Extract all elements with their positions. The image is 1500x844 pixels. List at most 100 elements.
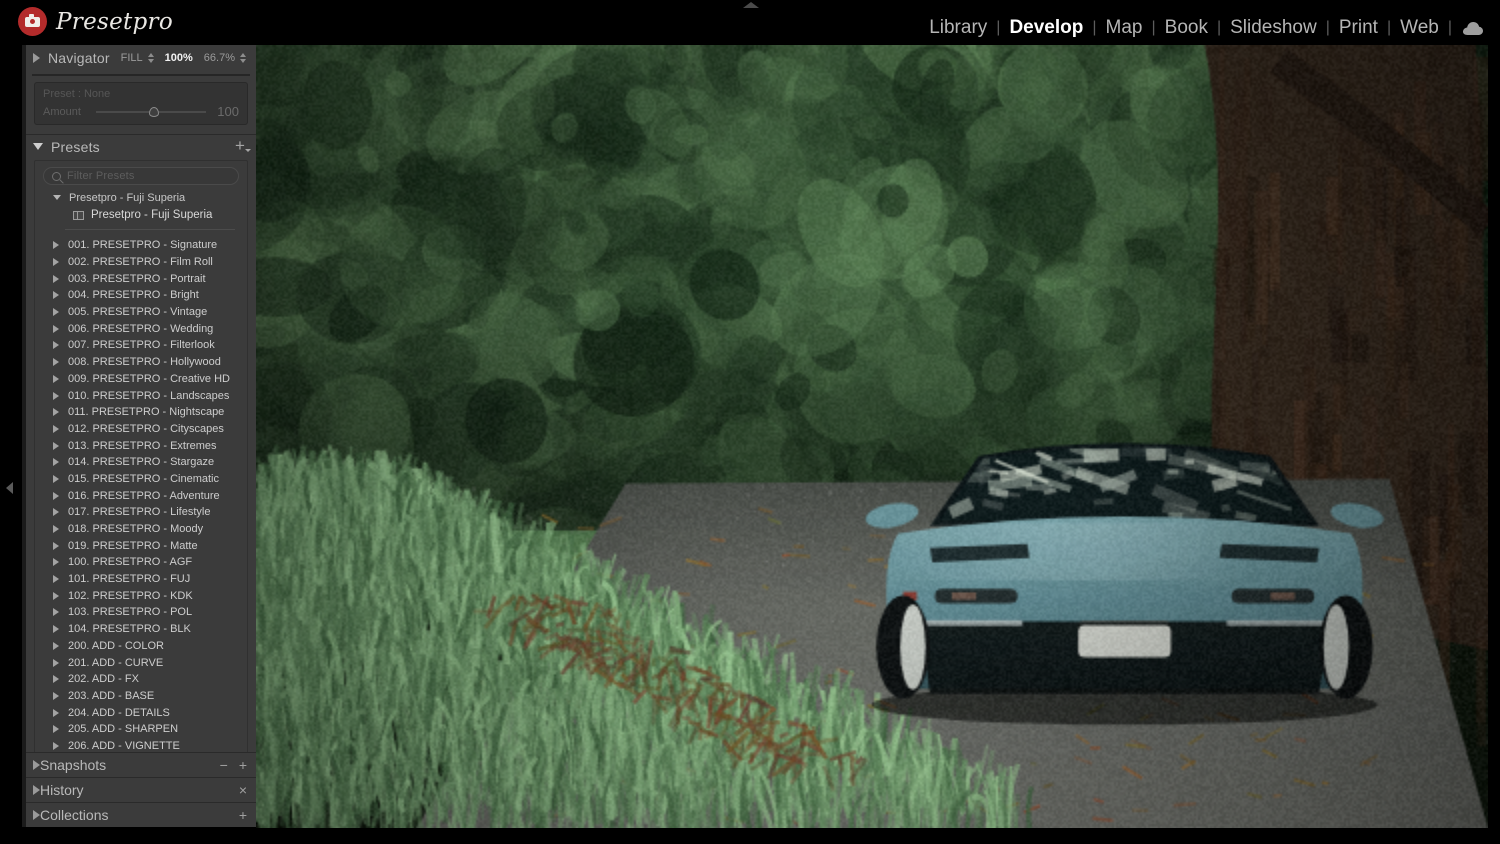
left-panel-collapse-arrow-icon[interactable] — [6, 482, 13, 494]
snapshots-add-button[interactable]: + — [239, 757, 247, 773]
chevron-right-icon — [53, 742, 59, 750]
presets-header[interactable]: Presets + — [26, 134, 256, 158]
chevron-right-icon — [53, 508, 59, 516]
chevron-down-icon — [33, 143, 43, 150]
amount-label: Amount — [43, 106, 89, 118]
module-web[interactable]: Web — [1391, 17, 1448, 39]
preset-group-row[interactable]: 016. PRESETPRO - Adventure — [47, 487, 247, 504]
navigator-zoom-controls: FILL 100% 66.7% — [121, 52, 246, 64]
history-panel-header[interactable]: History × — [26, 777, 256, 802]
chevron-right-icon — [53, 341, 59, 349]
cloud-icon[interactable] — [1462, 21, 1484, 36]
preset-group-list: 001. PRESETPRO - Signature 002. PRESETPRO… — [35, 237, 247, 754]
preset-group-row[interactable]: 013. PRESETPRO - Extremes — [47, 437, 247, 454]
zoom-fill-label[interactable]: FILL — [121, 52, 143, 64]
preset-group-label: 101. PRESETPRO - FUJ — [68, 573, 190, 585]
history-clear-button[interactable]: × — [239, 782, 247, 798]
collections-add-button[interactable]: + — [239, 807, 247, 823]
module-book[interactable]: Book — [1156, 17, 1217, 39]
preset-group-row[interactable]: 019. PRESETPRO - Matte — [47, 537, 247, 554]
left-panel: Navigator FILL 100% 66.7% Preset : None … — [26, 45, 256, 827]
collections-title: Collections — [40, 807, 239, 823]
chevron-down-icon — [53, 195, 61, 200]
left-panel-edge[interactable] — [0, 45, 22, 844]
amount-value[interactable]: 100 — [213, 104, 239, 119]
preset-group-label: 202. ADD - FX — [68, 673, 139, 685]
module-print[interactable]: Print — [1330, 17, 1387, 39]
module-slideshow[interactable]: Slideshow — [1221, 17, 1326, 39]
preset-group-row[interactable]: 204. ADD - DETAILS — [47, 704, 247, 721]
preset-group-row[interactable]: 201. ADD - CURVE — [47, 654, 247, 671]
amount-slider[interactable] — [96, 106, 206, 118]
chevron-right-icon — [53, 692, 59, 700]
module-develop[interactable]: Develop — [1000, 17, 1092, 39]
preset-group-row[interactable]: 017. PRESETPRO - Lifestyle — [47, 504, 247, 521]
preset-group-open[interactable]: Presetpro - Fuji Superia — [35, 189, 247, 206]
preset-group-row[interactable]: 103. PRESETPRO - POL — [47, 604, 247, 621]
preset-group-label: 001. PRESETPRO - Signature — [68, 239, 217, 251]
chevron-right-icon — [53, 709, 59, 717]
preset-group-label: 018. PRESETPRO - Moody — [68, 523, 203, 535]
preset-group-row[interactable]: 100. PRESETPRO - AGF — [47, 554, 247, 571]
preset-group-row[interactable]: 203. ADD - BASE — [47, 688, 247, 705]
chevron-right-icon — [53, 592, 59, 600]
zoom-100-label[interactable]: 100% — [165, 52, 193, 64]
chevron-right-icon — [53, 358, 59, 366]
preset-group-row[interactable]: 102. PRESETPRO - KDK — [47, 587, 247, 604]
module-library[interactable]: Library — [920, 17, 996, 39]
zoom-custom-label[interactable]: 66.7% — [204, 52, 235, 64]
preset-group-row[interactable]: 009. PRESETPRO - Creative HD — [47, 371, 247, 388]
chevron-right-icon — [53, 258, 59, 266]
top-panel-collapse-arrow-icon[interactable] — [743, 2, 759, 8]
preset-list-divider — [65, 229, 235, 230]
preset-group-row[interactable]: 002. PRESETPRO - Film Roll — [47, 254, 247, 271]
zoom-custom-stepper-icon[interactable] — [240, 53, 246, 63]
preset-group-row[interactable]: 008. PRESETPRO - Hollywood — [47, 354, 247, 371]
amount-slider-knob[interactable] — [149, 107, 159, 117]
preset-group-label: 009. PRESETPRO - Creative HD — [68, 373, 230, 385]
preset-icon — [73, 211, 84, 220]
preset-group-row[interactable]: 011. PRESETPRO - Nightscape — [47, 404, 247, 421]
preset-group-row[interactable]: 014. PRESETPRO - Stargaze — [47, 454, 247, 471]
preset-group-row[interactable]: 003. PRESETPRO - Portrait — [47, 270, 247, 287]
navigator-header[interactable]: Navigator FILL 100% 66.7% — [26, 45, 256, 71]
preset-group-label: 002. PRESETPRO - Film Roll — [68, 256, 213, 268]
preset-group-row[interactable]: 202. ADD - FX — [47, 671, 247, 688]
preset-group-row[interactable]: 101. PRESETPRO - FUJ — [47, 571, 247, 588]
preset-group-row[interactable]: 004. PRESETPRO - Bright — [47, 287, 247, 304]
snapshots-panel-header[interactable]: Snapshots − + — [26, 752, 256, 777]
preset-item-selected[interactable]: Presetpro - Fuji Superia — [35, 206, 247, 224]
chevron-right-icon — [53, 275, 59, 283]
chevron-right-icon — [53, 542, 59, 550]
module-map[interactable]: Map — [1097, 17, 1152, 39]
preset-group-row[interactable]: 005. PRESETPRO - Vintage — [47, 304, 247, 321]
preset-group-label: 200. ADD - COLOR — [68, 640, 164, 652]
preset-group-row[interactable]: 006. PRESETPRO - Wedding — [47, 320, 247, 337]
preset-group-row[interactable]: 001. PRESETPRO - Signature — [47, 237, 247, 254]
preset-group-row[interactable]: 104. PRESETPRO - BLK — [47, 621, 247, 638]
add-preset-button[interactable]: + — [235, 140, 248, 153]
preset-group-row[interactable]: 007. PRESETPRO - Filterlook — [47, 337, 247, 354]
preset-group-label: 201. ADD - CURVE — [68, 657, 163, 669]
collections-panel-header[interactable]: Collections + — [26, 802, 256, 827]
chevron-right-icon — [53, 659, 59, 667]
search-input[interactable]: Filter Presets — [43, 167, 239, 185]
preset-group-row[interactable]: 018. PRESETPRO - Moody — [47, 521, 247, 538]
preset-group-row[interactable]: 012. PRESETPRO - Cityscapes — [47, 421, 247, 438]
preset-group-row[interactable]: 015. PRESETPRO - Cinematic — [47, 471, 247, 488]
preset-group-row[interactable]: 205. ADD - SHARPEN — [47, 721, 247, 738]
preset-group-label: 006. PRESETPRO - Wedding — [68, 323, 213, 335]
zoom-fill-stepper-icon[interactable] — [148, 53, 154, 63]
preset-group-row[interactable]: 010. PRESETPRO - Landscapes — [47, 387, 247, 404]
photo-bottom-gutter — [256, 828, 1500, 844]
chevron-right-icon — [53, 291, 59, 299]
snapshots-remove-button[interactable]: − — [220, 757, 228, 773]
preset-group-row[interactable]: 200. ADD - COLOR — [47, 638, 247, 655]
preset-group-label: 019. PRESETPRO - Matte — [68, 540, 198, 552]
chevron-right-icon — [53, 375, 59, 383]
photo-preview[interactable] — [256, 45, 1488, 828]
chevron-right-icon — [53, 558, 59, 566]
chevron-right-icon — [53, 458, 59, 466]
preset-group-label: 100. PRESETPRO - AGF — [68, 556, 192, 568]
navigator-title: Navigator — [48, 50, 121, 66]
